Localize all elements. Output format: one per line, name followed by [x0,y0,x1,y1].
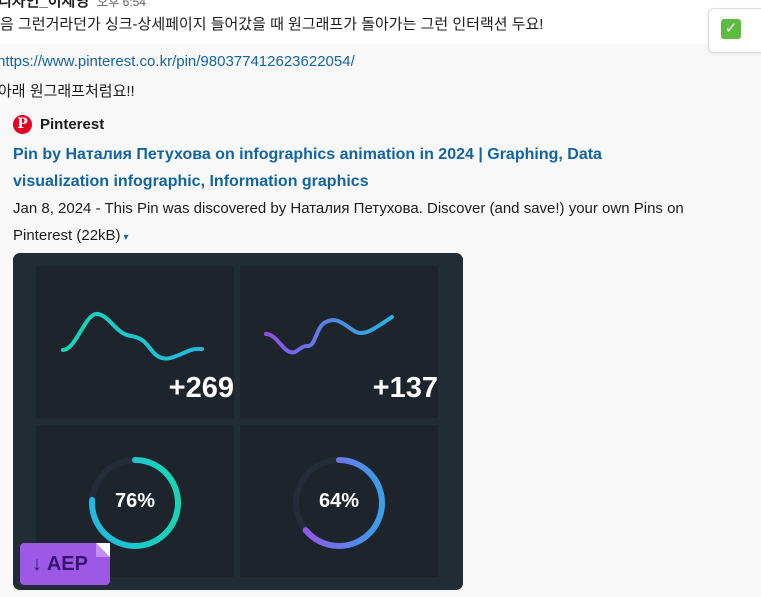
message-time[interactable]: 오후 6:54 [97,0,146,9]
unfurl-title[interactable]: Pin by Наталия Петухова on infographics … [13,141,693,195]
link-unfurl: P Pinterest Pin by Наталия Петухова on in… [13,113,733,251]
message-text: 음 그런거라던가 싱크-상세페이지 들어갔을 때 원그래프가 돌아가는 그런 인… [0,16,544,33]
unfurl-image[interactable]: +269 +137 76% 64% ↓ AEP [13,253,463,590]
stat-card-1: +269 [36,266,234,418]
pinterest-link[interactable]: https://www.pinterest.co.kr/pin/98037741… [0,53,355,70]
reaction-button[interactable]: ✓ [708,8,761,53]
unfurl-description: Jan 8, 2024 - This Pin was discovered by… [13,195,733,251]
message-sender: 디자인_이세영 오후 6:54 [0,0,146,11]
description-text: Jan 8, 2024 - This Pin was discovered by… [13,200,684,244]
aep-label: AEP [46,553,88,575]
unfurl-source: P Pinterest [13,113,733,135]
ring-card-2: 64% [240,425,438,577]
stat-value-2: +137 [372,372,438,404]
stat-card-2: +137 [240,266,438,418]
stat-value-1: +269 [168,372,234,404]
download-arrow-icon: ↓ [32,553,42,575]
message-text-2: 아래 원그래프처럼요!! [0,83,135,100]
aep-badge: ↓ AEP [20,543,110,585]
ring-label-2: 64% [318,490,360,512]
source-name: Pinterest [40,115,105,133]
pinterest-logo-icon: P [13,114,32,134]
collapse-caret-icon[interactable]: ▾ [124,232,129,243]
ring-label-1: 76% [114,490,156,512]
sender-name[interactable]: 디자인_이세영 [0,0,89,10]
white-check-mark-icon: ✓ [721,19,741,39]
message-top-row: 디자인_이세영 오후 6:54 음 그런거라던가 싱크-상세페이지 들어갔을 때 … [0,0,761,44]
